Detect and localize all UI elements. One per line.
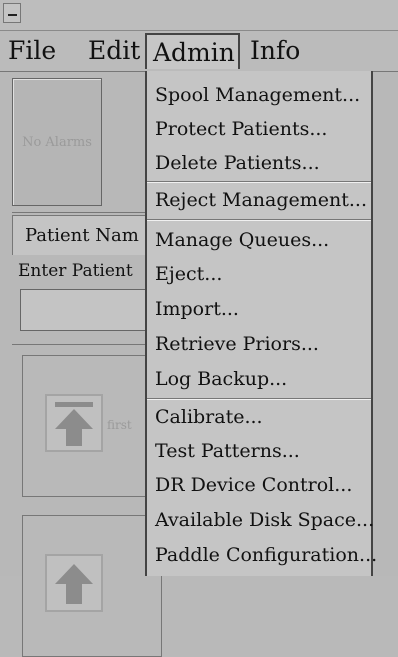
menu-item-calibrate[interactable]: Calibrate... bbox=[155, 406, 263, 428]
tab-patient-name[interactable]: Patient Nam bbox=[12, 215, 154, 255]
menu-separator bbox=[147, 398, 371, 400]
window-titlebar bbox=[0, 0, 398, 31]
menu-separator bbox=[147, 219, 371, 221]
menu-item-import[interactable]: Import... bbox=[155, 298, 239, 320]
menu-item-protect-patients[interactable]: Protect Patients... bbox=[155, 118, 327, 140]
menu-item-eject[interactable]: Eject... bbox=[155, 263, 222, 285]
menu-item-manage-queues[interactable]: Manage Queues... bbox=[155, 229, 329, 251]
menu-item-delete-patients[interactable]: Delete Patients... bbox=[155, 152, 320, 174]
previous-button[interactable] bbox=[45, 554, 103, 612]
first-button[interactable] bbox=[45, 394, 103, 452]
window-menu-button[interactable] bbox=[3, 3, 21, 23]
menu-info[interactable]: Info bbox=[244, 33, 314, 69]
alarm-indicator[interactable]: No Alarms bbox=[12, 78, 102, 206]
menu-item-paddle-configuration[interactable]: Paddle Configuration... bbox=[155, 544, 377, 566]
navigate-first-panel: first bbox=[22, 355, 162, 497]
alarm-status-label: No Alarms bbox=[22, 135, 92, 150]
menu-item-available-disk-space[interactable]: Available Disk Space... bbox=[155, 509, 374, 531]
menu-item-retrieve-priors[interactable]: Retrieve Priors... bbox=[155, 333, 319, 355]
patient-search-area: Patient Nam Enter Patient bbox=[12, 212, 160, 341]
patient-search-input[interactable] bbox=[20, 289, 160, 331]
enter-patient-label: Enter Patient bbox=[18, 261, 133, 281]
menu-item-test-patterns[interactable]: Test Patterns... bbox=[155, 440, 300, 462]
menu-file[interactable]: File bbox=[2, 33, 82, 69]
first-label: first bbox=[107, 418, 132, 432]
menu-item-spool-management[interactable]: Spool Management... bbox=[155, 84, 360, 106]
menu-bar: File Edit Admin Info bbox=[0, 31, 398, 72]
menu-admin[interactable]: Admin bbox=[145, 33, 240, 69]
menu-item-dr-device-control[interactable]: DR Device Control... bbox=[155, 474, 352, 496]
up-arrow-icon bbox=[55, 564, 93, 604]
menu-item-log-backup[interactable]: Log Backup... bbox=[155, 368, 287, 390]
menu-edit[interactable]: Edit bbox=[82, 33, 144, 69]
menu-item-reject-management[interactable]: Reject Management... bbox=[155, 189, 367, 211]
navigation-group: first bbox=[12, 344, 162, 657]
admin-dropdown-menu: Spool Management... Protect Patients... … bbox=[145, 71, 377, 576]
navigate-previous-panel bbox=[22, 515, 162, 657]
menu-separator bbox=[147, 181, 371, 183]
up-arrow-icon bbox=[55, 402, 93, 446]
